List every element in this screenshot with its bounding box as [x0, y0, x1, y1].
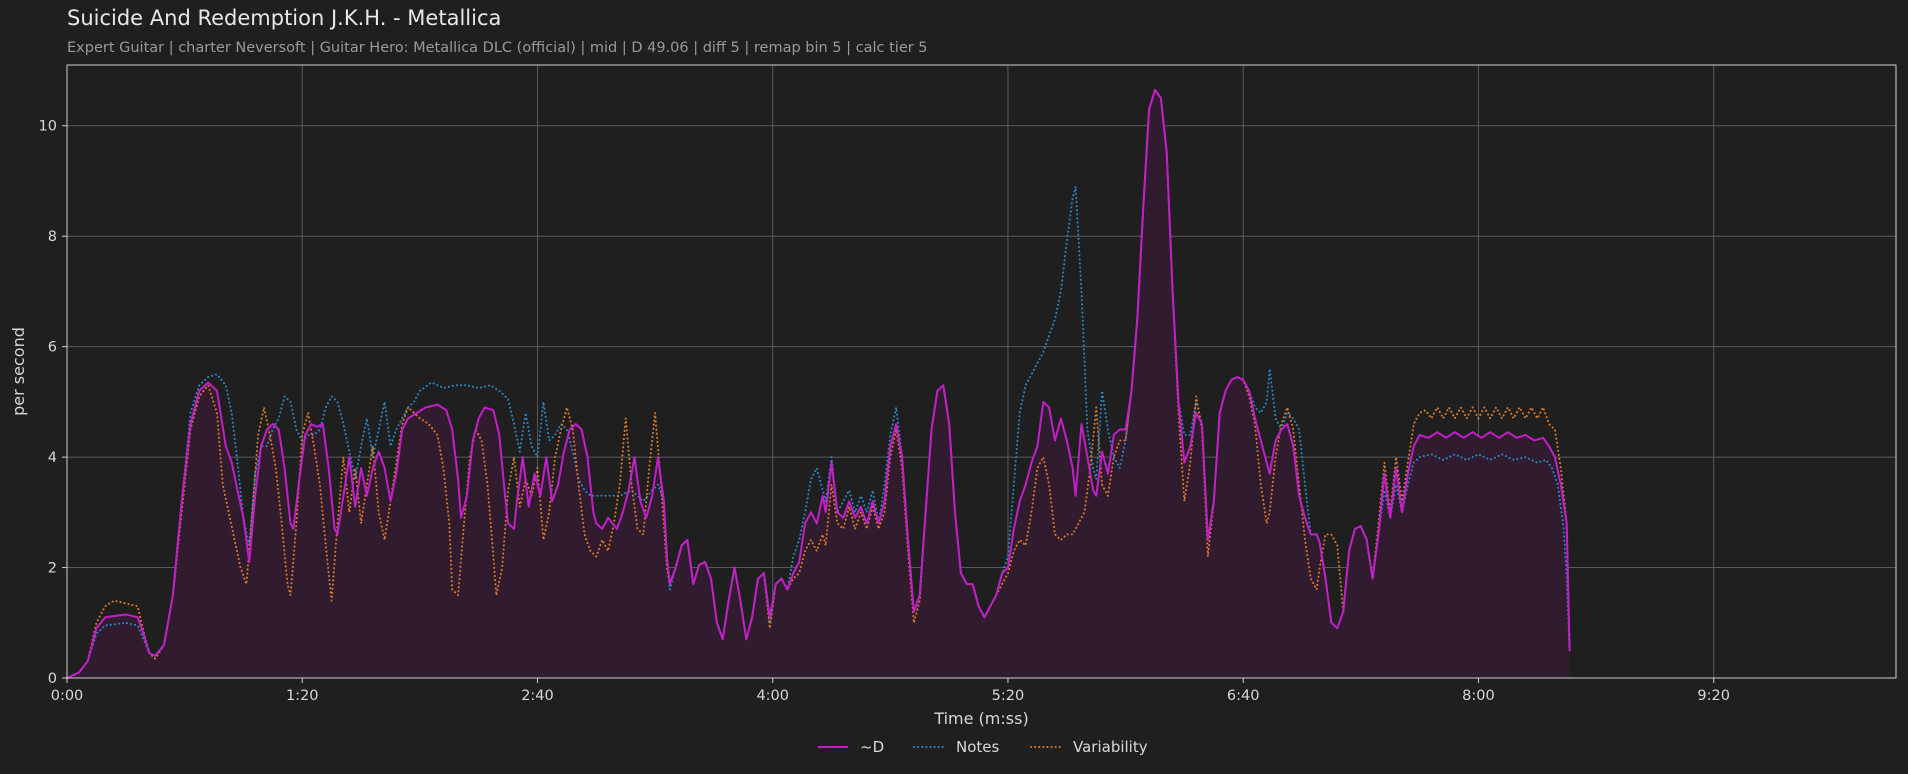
chart-figure: Suicide And Redemption J.K.H. - Metallic…	[0, 0, 1908, 774]
legend-label: Variability	[1073, 738, 1148, 756]
x-tick-label: 4:00	[756, 688, 789, 704]
chart-svg: 0:00 1:20 2:40 4:00 5:20 6:40 8:00 9:20 0 2 4 6 8 10…	[9, 64, 1897, 756]
area-fill	[67, 89, 1570, 678]
series-area-0	[67, 89, 1570, 678]
x-tick-label: 0:00	[51, 688, 84, 704]
x-tick-label: 8:00	[1462, 688, 1495, 704]
y-tick-label: 0	[48, 671, 57, 687]
y-tick-label: 2	[48, 561, 57, 577]
legend-label: ~D	[860, 738, 884, 756]
x-tick-label: 2:40	[521, 688, 554, 704]
y-axis-label: per second	[9, 327, 28, 416]
y-tick-label: 8	[48, 229, 57, 245]
y-tick-label: 6	[48, 340, 57, 356]
x-axis-ticks: 0:00 1:20 2:40 4:00 5:20 6:40 8:00 9:20	[51, 678, 1730, 704]
y-tick-label: 4	[48, 450, 57, 466]
legend-label: Notes	[956, 738, 1000, 756]
legend: ~D Notes Variability	[818, 738, 1148, 756]
x-tick-label: 1:20	[286, 688, 319, 704]
x-axis-label: Time (m:ss)	[933, 709, 1028, 728]
x-tick-label: 6:40	[1227, 688, 1260, 704]
y-tick-label: 10	[39, 119, 57, 135]
y-axis-ticks: 0 2 4 6 8 10	[39, 119, 67, 687]
x-tick-label: 9:20	[1697, 688, 1730, 704]
x-tick-label: 5:20	[992, 688, 1025, 704]
